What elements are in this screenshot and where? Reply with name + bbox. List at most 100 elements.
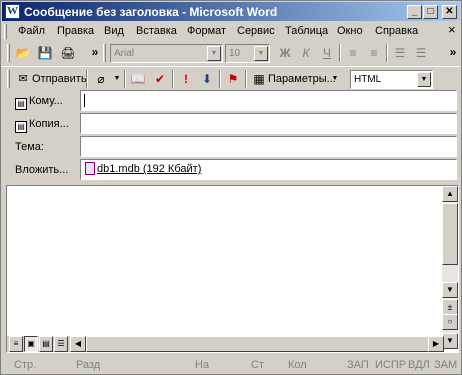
menu-format[interactable]: Формат <box>187 25 226 37</box>
toolbar-separator <box>172 70 174 88</box>
title-bar[interactable]: W Сообщение без заголовка - Microsoft Wo… <box>2 2 460 21</box>
font-name-combo[interactable]: Arial ▼ <box>110 44 223 63</box>
attachment-name: db1.mdb (192 Кбайт) <box>97 163 202 175</box>
scroll-left-icon[interactable]: ◀ <box>70 336 86 352</box>
bulleted-list-icon[interactable]: ☰ <box>412 44 430 62</box>
status-at: На <box>195 359 210 371</box>
options-button[interactable]: ▦ Параметры... ▼ <box>250 69 343 89</box>
subject-field[interactable] <box>80 136 457 157</box>
font-name-value: Arial <box>114 48 135 59</box>
menu-window[interactable]: Окно <box>337 25 363 37</box>
menu-bar: Файл Правка Вид Вставка Формат Сервис Та… <box>2 22 460 41</box>
bold-icon[interactable]: Ж <box>276 44 294 62</box>
normal-view-icon[interactable]: ≡ <box>9 336 23 352</box>
previous-page-icon[interactable]: ± <box>442 299 458 315</box>
toolbar-separator <box>124 70 126 88</box>
open-folder-icon[interactable]: 📂 <box>14 44 32 62</box>
menu-tools[interactable]: Сервис <box>237 25 275 37</box>
attach-button[interactable]: Вложить... <box>15 164 68 176</box>
toolbar-separator <box>219 70 221 88</box>
to-button[interactable]: ▤ Кому... <box>15 95 63 110</box>
text-cursor <box>84 94 85 107</box>
word-window: W Сообщение без заголовка - Microsoft Wo… <box>0 0 462 375</box>
menu-help[interactable]: Справка <box>375 25 418 37</box>
browse-object-icon[interactable]: ○ <box>442 314 458 330</box>
check-names-icon[interactable]: ✔ <box>151 70 169 88</box>
next-page-icon[interactable]: ▼ <box>442 333 458 349</box>
font-size-combo[interactable]: 10 ▼ <box>225 44 270 63</box>
italic-icon[interactable]: К <box>297 44 315 62</box>
address-book-icon: ▤ <box>15 121 27 133</box>
menu-view[interactable]: Вид <box>104 25 124 37</box>
menu-insert[interactable]: Вставка <box>136 25 177 37</box>
align-center-icon[interactable]: ≡ <box>365 44 383 62</box>
cc-button[interactable]: ▤ Копия... <box>15 118 69 133</box>
status-extend[interactable]: ВДЛ <box>408 359 430 371</box>
chevron-down-icon[interactable]: ▼ <box>254 46 268 61</box>
status-line: Ст <box>251 359 264 371</box>
cc-field[interactable] <box>80 113 457 134</box>
cc-label: Копия... <box>29 118 69 130</box>
address-book-icon[interactable]: 📖 <box>129 70 147 88</box>
mail-toolbar: ✉ Отправить ⌀ ▼ 📖 ✔ ! ⬇ ⚑ ▦ Параметры...… <box>2 66 460 91</box>
toolbar-grip[interactable] <box>7 44 10 62</box>
message-format-combo[interactable]: HTML ▼ <box>350 70 433 89</box>
format-toolbar-grip[interactable] <box>103 44 106 62</box>
menu-file[interactable]: Файл <box>18 25 45 37</box>
message-body[interactable]: ▲ ▼ ± ○ ▼ ≡ ▣ ▤ ☰ ◀ ▶ <box>6 185 459 353</box>
save-icon[interactable]: 💾 <box>36 44 54 62</box>
standard-toolbar: 📂 💾 🖨 » Arial ▼ 10 ▼ Ж К Ч ≡ ≡ ☰ ☰ » <box>2 41 460 66</box>
attach-field[interactable]: db1.mdb (192 Кбайт) <box>80 159 457 180</box>
chevron-down-icon[interactable]: ▼ <box>417 72 431 87</box>
maximize-button[interactable]: □ <box>423 5 438 19</box>
chevron-down-icon[interactable]: ▼ <box>207 46 221 61</box>
toolbar-separator <box>386 44 388 62</box>
subject-label: Тема: <box>15 141 44 153</box>
send-button[interactable]: ✉ Отправить <box>14 69 86 89</box>
send-label: Отправить <box>32 73 87 85</box>
underline-icon[interactable]: Ч <box>318 44 336 62</box>
outline-view-icon[interactable]: ☰ <box>54 336 68 352</box>
to-label: Кому... <box>29 95 63 107</box>
print-layout-icon[interactable]: ▤ <box>39 336 53 352</box>
status-rec[interactable]: ЗАП <box>347 359 369 371</box>
options-icon: ▦ <box>253 72 265 86</box>
web-layout-icon[interactable]: ▣ <box>24 336 38 352</box>
low-importance-icon[interactable]: ⬇ <box>198 70 216 88</box>
window-title: Сообщение без заголовка - Microsoft Word <box>24 5 278 19</box>
minimize-button[interactable]: _ <box>407 5 422 19</box>
flag-icon[interactable]: ⚑ <box>224 70 242 88</box>
word-app-icon[interactable]: W <box>5 4 20 19</box>
scroll-thumb[interactable] <box>442 203 458 265</box>
status-bar: Стр. Разд На Ст Кол ЗАП ИСПР ВДЛ ЗАМ <box>2 356 460 374</box>
scroll-right-icon[interactable]: ▶ <box>428 336 444 352</box>
format-options-chevron-icon[interactable]: » <box>444 43 462 61</box>
toolbar-separator <box>245 70 247 88</box>
toolbar-separator <box>339 44 341 62</box>
toolbar-separator <box>86 70 88 88</box>
vertical-scrollbar[interactable]: ▲ ▼ ± ○ <box>442 186 458 333</box>
menu-edit[interactable]: Правка <box>57 25 94 37</box>
align-left-icon[interactable]: ≡ <box>344 44 362 62</box>
scroll-up-icon[interactable]: ▲ <box>442 186 458 202</box>
message-format-value: HTML <box>354 74 382 85</box>
address-book-icon: ▤ <box>15 98 27 110</box>
menubar-grip[interactable] <box>4 24 7 39</box>
menu-table[interactable]: Таблица <box>285 25 328 37</box>
to-field[interactable] <box>80 90 457 111</box>
print-icon[interactable]: 🖨 <box>59 44 77 62</box>
status-overtype[interactable]: ЗАМ <box>434 359 457 371</box>
file-icon <box>85 162 95 175</box>
font-size-value: 10 <box>229 48 241 59</box>
attachment-item[interactable]: db1.mdb (192 Кбайт) <box>85 162 201 175</box>
status-track-changes[interactable]: ИСПР <box>375 359 406 371</box>
mail-toolbar-grip[interactable] <box>7 70 10 88</box>
close-button[interactable]: ✕ <box>442 5 457 19</box>
numbered-list-icon[interactable]: ☰ <box>391 44 409 62</box>
horizontal-scroll-thumb[interactable] <box>86 336 440 352</box>
toolbar-options-chevron-icon[interactable]: » <box>86 43 104 61</box>
scroll-down-icon[interactable]: ▼ <box>442 282 458 298</box>
high-importance-icon[interactable]: ! <box>177 70 195 88</box>
horizontal-scrollbar[interactable]: ≡ ▣ ▤ ☰ ◀ ▶ <box>7 336 444 352</box>
close-document-icon[interactable]: × <box>448 22 456 37</box>
